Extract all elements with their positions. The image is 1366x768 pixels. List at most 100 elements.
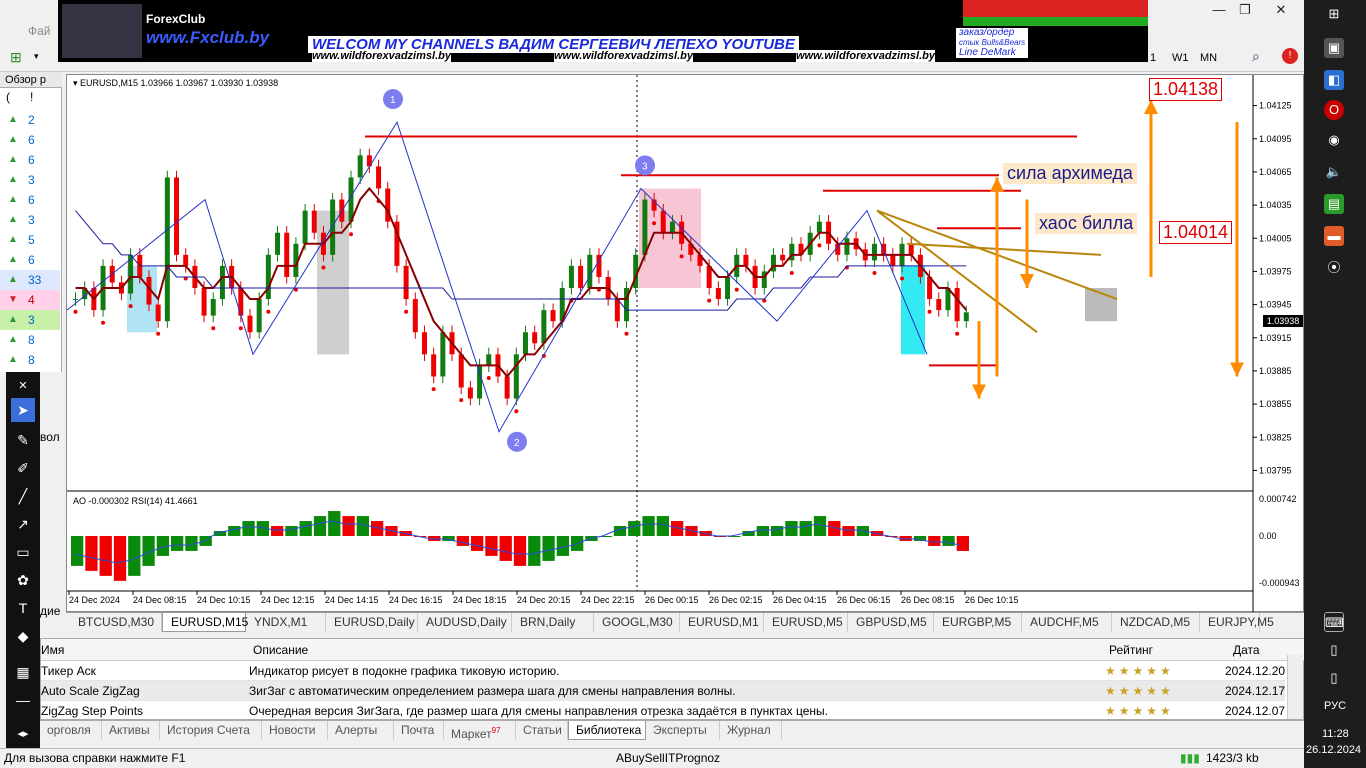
terminal-tab[interactable]: Библиотека: [568, 721, 646, 740]
terminal-tab[interactable]: орговля: [40, 721, 102, 740]
ao-bar: [785, 521, 798, 536]
mw-row[interactable]: ▲ 3: [0, 170, 60, 190]
candle-body: [155, 304, 161, 322]
close-icon[interactable]: ✕: [1268, 0, 1294, 20]
chrome-icon[interactable]: ◉: [1324, 130, 1344, 150]
mw-row[interactable]: ▲ 3: [0, 210, 60, 230]
status-help: Для вызова справки нажмите F1: [4, 751, 186, 765]
ray-icon[interactable]: ↗: [11, 512, 35, 536]
header-date[interactable]: Дата: [1233, 643, 1260, 657]
chart-canvas[interactable]: 1.04125 1.04095 1.04065 1.04035 1.04005 1.039…: [67, 75, 1305, 613]
dropdown-icon[interactable]: ▾: [34, 51, 39, 62]
close-panel-icon[interactable]: ✕: [11, 374, 35, 398]
tf-mn[interactable]: MN: [1200, 52, 1217, 64]
header-description[interactable]: Описание: [253, 643, 308, 657]
tf-w1[interactable]: W1: [1172, 52, 1189, 64]
symbol-tab[interactable]: EURUSD,M5: [764, 613, 848, 632]
mw-row[interactable]: ▲ 3: [0, 310, 60, 330]
symbol-tab[interactable]: EURUSD,M1: [680, 613, 764, 632]
indicator-info: AO -0.000302 RSI(14) 41.4661: [73, 496, 198, 506]
windows-icon[interactable]: ⊞: [1324, 4, 1344, 24]
notification-icon[interactable]: !: [1282, 48, 1298, 64]
candle-body: [247, 315, 253, 333]
palette-icon[interactable]: ✿: [11, 568, 35, 592]
symbol-tab[interactable]: AUDCHF,M5: [1022, 613, 1112, 632]
symbol-tab[interactable]: EURJPY,M5: [1200, 613, 1274, 632]
mw-row[interactable]: ▲ 33: [0, 270, 60, 290]
terminal-tab[interactable]: Активы: [102, 721, 160, 740]
terminal-tab[interactable]: Журнал: [720, 721, 782, 740]
header-name[interactable]: Имя: [41, 643, 64, 657]
tf-1[interactable]: 1: [1150, 52, 1156, 64]
symbol-tab[interactable]: GOOGL,M30: [594, 613, 680, 632]
ao-bar: [85, 535, 98, 571]
search-icon[interactable]: ⌕: [1252, 48, 1260, 65]
price-chart[interactable]: 1.04125 1.04095 1.04065 1.04035 1.04005 1.039…: [66, 74, 1305, 613]
marker-icon[interactable]: ✐: [11, 456, 35, 480]
header-rating[interactable]: Рейтинг: [1109, 643, 1153, 657]
wave-label-text: 1: [390, 95, 396, 106]
minimize-icon[interactable]: —: [1206, 0, 1232, 20]
calc-icon[interactable]: ▤: [1324, 194, 1344, 214]
terminal-tab[interactable]: Почта: [394, 721, 444, 740]
wave-label-text: 2: [514, 438, 520, 449]
record-icon[interactable]: ⦿: [1324, 258, 1344, 278]
terminal-tab[interactable]: Статьи: [516, 721, 568, 740]
speaker-icon[interactable]: 🔈: [1324, 162, 1344, 182]
language-indicator[interactable]: РУС: [1324, 700, 1346, 712]
mw-row[interactable]: ▲ 6: [0, 250, 60, 270]
arrow-up-icon: ▲: [8, 354, 18, 365]
menu-file-partial[interactable]: Фай: [28, 24, 51, 38]
opera-icon[interactable]: O: [1324, 100, 1344, 120]
checker-icon[interactable]: ▦: [11, 660, 35, 684]
symbol-tab[interactable]: NZDCAD,M5: [1112, 613, 1200, 632]
arrows-icon[interactable]: ◂▸: [11, 722, 35, 746]
keyboard-icon[interactable]: ⌨: [1324, 612, 1344, 632]
text-icon[interactable]: T: [11, 596, 35, 620]
mw-row[interactable]: ▲ 6: [0, 150, 60, 170]
tray-icon-2[interactable]: ▯: [1324, 668, 1344, 688]
price-tick-label: 1.03825: [1259, 432, 1292, 442]
traffic-icon: ▮▮▮: [1180, 751, 1200, 765]
symbol-tab[interactable]: BTCUSD,M30: [70, 613, 162, 632]
mw-row[interactable]: ▼ 4: [0, 290, 60, 310]
terminal-tab[interactable]: Новости: [262, 721, 328, 740]
candle-body: [477, 365, 483, 399]
mw-row[interactable]: ▲ 6: [0, 190, 60, 210]
symbol-tab[interactable]: BRN,Daily: [512, 613, 594, 632]
symbol-tab[interactable]: EURUSD,Daily: [326, 613, 418, 632]
price-tick-label: 1.04095: [1259, 134, 1292, 144]
rectangle-icon[interactable]: ▭: [11, 540, 35, 564]
terminal-tab[interactable]: Алерты: [328, 721, 394, 740]
symbol-tab[interactable]: EURGBP,M5: [934, 613, 1022, 632]
cursor-icon[interactable]: ➤: [11, 398, 35, 422]
mw-row[interactable]: ▲ 5: [0, 230, 60, 250]
library-scrollbar[interactable]: [1287, 655, 1303, 719]
mw-row[interactable]: ▲ 2: [0, 110, 60, 130]
library-row[interactable]: Auto Scale ZigZag ЗигЗаг с автоматическим…: [41, 681, 1285, 701]
line-icon[interactable]: ╱: [11, 484, 35, 508]
library-row[interactable]: ZigZag Step Points Очередная версия ЗигЗа…: [41, 701, 1285, 721]
terminal-tab[interactable]: Маркет97: [444, 721, 516, 741]
app-icon-1[interactable]: ▣: [1324, 38, 1344, 58]
terminal-tab[interactable]: Эксперты: [646, 721, 720, 740]
arrow-up-icon: ▲: [8, 154, 18, 165]
pencil-icon[interactable]: ✎: [11, 428, 35, 452]
terminal-tab[interactable]: История Счета: [160, 721, 262, 740]
app-icon-3[interactable]: ▬: [1324, 226, 1344, 246]
eraser-icon[interactable]: ◆: [11, 624, 35, 648]
tray-icon-1[interactable]: ▯: [1324, 640, 1344, 660]
symbol-tab[interactable]: YNDX,M1: [246, 613, 326, 632]
app-icon-2[interactable]: ◧: [1324, 70, 1344, 90]
mw-row[interactable]: ▲ 6: [0, 130, 60, 150]
symbol-tab[interactable]: AUDUSD,Daily: [418, 613, 512, 632]
restore-icon[interactable]: ❐: [1232, 0, 1258, 20]
market-watch-header[interactable]: Обзор р: [0, 72, 62, 88]
symbol-tab[interactable]: EURUSD,M15: [162, 613, 248, 632]
minus-icon[interactable]: —: [11, 688, 35, 712]
mw-row[interactable]: ▲ 8: [0, 330, 60, 350]
new-chart-icon[interactable]: ⊞: [10, 49, 22, 66]
mw-row[interactable]: ▲ 8: [0, 350, 60, 370]
library-row[interactable]: Тикер Аск Индикатор рисует в подокне граф…: [41, 661, 1285, 681]
symbol-tab[interactable]: GBPUSD,M5: [848, 613, 934, 632]
